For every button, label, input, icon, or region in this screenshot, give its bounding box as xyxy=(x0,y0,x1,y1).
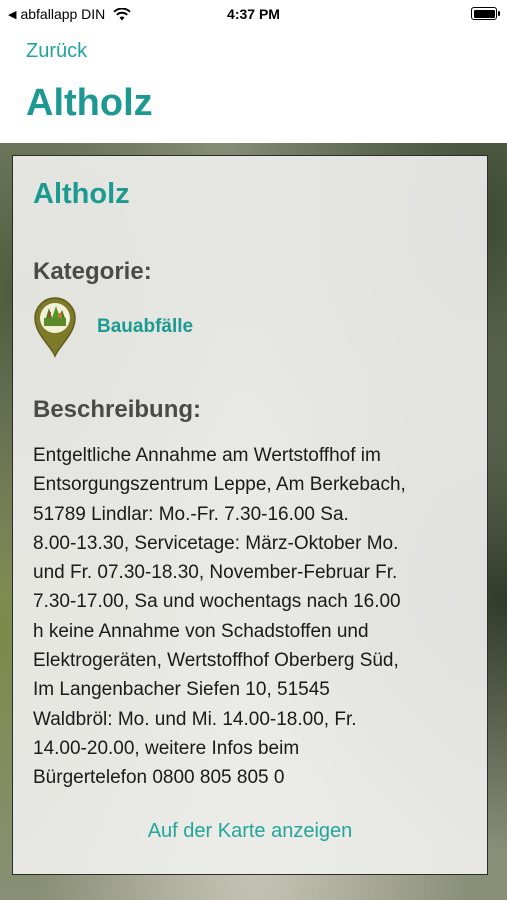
battery-level xyxy=(473,9,495,18)
show-on-map-button[interactable]: Auf der Karte anzeigen xyxy=(13,820,487,843)
battery-icon xyxy=(471,7,500,20)
description-heading: Beschreibung: xyxy=(33,396,202,423)
detail-card: Altholz Kategorie: Bauabfälle Beschreibu… xyxy=(12,155,488,875)
category-row[interactable]: Bauabfälle xyxy=(31,296,193,358)
status-time: 4:37 PM xyxy=(227,6,280,22)
card-title: Altholz xyxy=(33,178,130,210)
back-button[interactable]: Zurück xyxy=(26,40,87,63)
page-title: Altholz xyxy=(26,82,153,124)
category-heading: Kategorie: xyxy=(33,258,152,285)
construction-waste-pin-icon xyxy=(34,297,76,358)
description-text: Entgeltliche Annahme am Wertstoffhof im … xyxy=(33,445,406,789)
status-bar: ◀ abfallapp DIN 4:37 PM xyxy=(0,0,507,28)
category-link[interactable]: Bauabfälle xyxy=(97,316,193,338)
